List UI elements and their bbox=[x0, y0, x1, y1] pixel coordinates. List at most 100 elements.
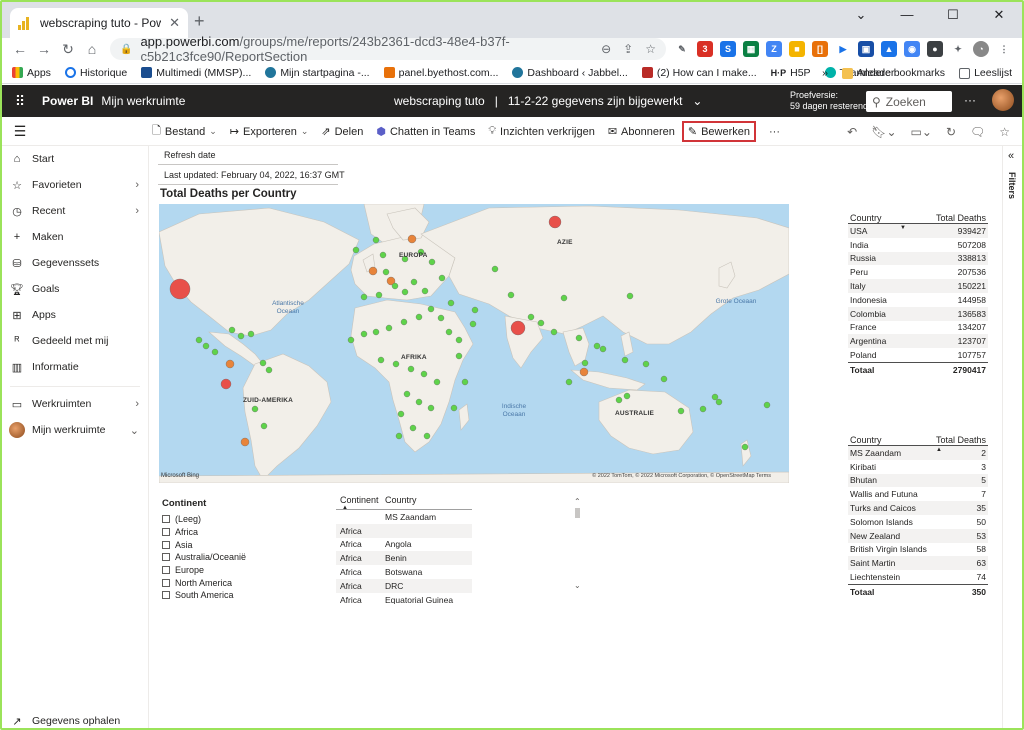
zoom-icon[interactable]: ⊖ bbox=[601, 42, 611, 56]
file-menu[interactable]: 🗋 Bestand ⌄ bbox=[152, 122, 217, 141]
collapse-filters-icon[interactable]: « bbox=[1008, 150, 1014, 162]
comment-icon[interactable]: 🗨︎ bbox=[970, 125, 985, 139]
table-row[interactable]: Solomon Islands 50 bbox=[848, 515, 988, 529]
table-scrollbar[interactable]: ⌃ ⌄ bbox=[574, 498, 582, 594]
scroll-down-icon[interactable]: ⌄ bbox=[574, 582, 582, 590]
export-menu[interactable]: ↦ Exporteren ⌄ bbox=[230, 125, 309, 139]
checkbox[interactable] bbox=[162, 540, 170, 549]
map-bubble[interactable] bbox=[615, 396, 623, 404]
bookmark-icon[interactable]: 🔖︎⌄ bbox=[871, 125, 896, 139]
map-bubble[interactable] bbox=[741, 443, 749, 451]
map-bubble[interactable] bbox=[228, 326, 236, 334]
map-bubble[interactable] bbox=[260, 422, 268, 430]
map-bubble[interactable] bbox=[433, 378, 441, 386]
map-bubble[interactable] bbox=[427, 404, 435, 412]
table-row[interactable]: Turks and Caicos 35 bbox=[848, 501, 988, 515]
map-bubble[interactable] bbox=[202, 342, 210, 350]
map-bubble[interactable] bbox=[403, 390, 411, 398]
map-bubble[interactable] bbox=[360, 293, 368, 301]
filters-label[interactable]: Filters bbox=[1007, 172, 1017, 199]
map-bubble[interactable] bbox=[169, 278, 191, 300]
chart-extension-icon[interactable]: ◉ bbox=[904, 41, 920, 57]
bookmark-star-icon[interactable]: ☆ bbox=[645, 42, 656, 56]
trial-notice[interactable]: Proefversie: 59 dagen resterend bbox=[790, 90, 868, 112]
map-bubble[interactable] bbox=[220, 378, 232, 390]
undo-icon[interactable]: ↶ bbox=[847, 125, 857, 139]
bookmark-apps[interactable]: Apps bbox=[12, 67, 51, 79]
table-row[interactable]: Wallis and Futuna 7 bbox=[848, 487, 988, 501]
share-page-icon[interactable]: ⇪ bbox=[623, 42, 633, 56]
teams-chat-button[interactable]: ⬢ Chatten in Teams bbox=[376, 125, 475, 139]
map-bubble[interactable] bbox=[623, 392, 631, 400]
table-row[interactable]: Africa bbox=[336, 523, 472, 538]
map-bubble[interactable] bbox=[510, 320, 526, 336]
map-bubble[interactable] bbox=[428, 258, 436, 266]
map-bubble[interactable] bbox=[565, 378, 573, 386]
map-bubble[interactable] bbox=[385, 324, 393, 332]
insights-button[interactable]: 💡︎ Inzichten verkrijgen bbox=[488, 125, 594, 138]
toolbar-more-icon[interactable]: ··· bbox=[769, 126, 780, 138]
map-bubble[interactable] bbox=[360, 330, 368, 338]
filters-pane[interactable]: « Filters bbox=[1002, 146, 1022, 728]
chevron-right-icon[interactable]: › bbox=[135, 205, 139, 217]
table-row[interactable]: Indonesia 144958 bbox=[848, 293, 988, 307]
column-header-continent[interactable]: Continent bbox=[340, 495, 385, 505]
map-bubble[interactable] bbox=[763, 401, 771, 409]
map-bubble[interactable] bbox=[491, 265, 499, 273]
circle-extension-icon[interactable]: ● bbox=[927, 41, 943, 57]
sidebar-item-gedeeld[interactable]: ᴿ Gedeeld met mij bbox=[2, 328, 149, 354]
table-row[interactable]: MS Zaandam 2 bbox=[848, 446, 988, 460]
bookmark-historique[interactable]: Historique bbox=[64, 67, 127, 79]
map-bubble[interactable] bbox=[247, 330, 255, 338]
tab-search-icon[interactable]: ⌄ bbox=[838, 2, 884, 30]
profile-icon[interactable]: ◔ bbox=[973, 41, 989, 57]
map-bubble[interactable] bbox=[715, 398, 723, 406]
share-button[interactable]: ⇗ Delen bbox=[321, 125, 363, 139]
map-bubble[interactable] bbox=[461, 378, 469, 386]
map-bubble[interactable] bbox=[240, 437, 250, 447]
column-header-total-deaths[interactable]: Total Deaths bbox=[936, 213, 986, 223]
bookmark-byethost[interactable]: panel.byethost.com... bbox=[383, 67, 498, 79]
map-bubble[interactable] bbox=[423, 432, 431, 440]
bookmark-how-can-i[interactable]: (2) How can I make... bbox=[641, 67, 757, 79]
map-bubble[interactable] bbox=[377, 356, 385, 364]
slicer-option[interactable]: (Leeg) bbox=[162, 513, 322, 526]
reload-icon[interactable]: ↻ bbox=[56, 41, 80, 58]
sidebar-item-goals[interactable]: 🏆︎ Goals bbox=[2, 276, 149, 302]
map-bubble[interactable] bbox=[392, 360, 400, 368]
bottom-deaths-table[interactable]: Country Total Deaths ▲ MS Zaandam 2 Kiriba… bbox=[848, 430, 988, 599]
sidebar-item-werkruimten[interactable]: ▭ Werkruimten › bbox=[2, 391, 149, 417]
map-bubble[interactable] bbox=[699, 405, 707, 413]
column-header-country[interactable]: Country bbox=[385, 495, 417, 505]
sidebar-item-maken[interactable]: + Maken bbox=[2, 224, 149, 250]
map-bubble[interactable] bbox=[575, 334, 583, 342]
table-row[interactable]: Argentina 123707 bbox=[848, 334, 988, 349]
table-row[interactable]: Liechtenstein 74 bbox=[848, 570, 988, 584]
table-row[interactable]: Africa Angola bbox=[336, 538, 472, 552]
slicer-option[interactable]: North America bbox=[162, 576, 322, 589]
slicer-option[interactable]: Europe bbox=[162, 564, 322, 577]
close-tab-icon[interactable]: ✕ bbox=[169, 15, 180, 31]
table-row[interactable]: Africa DRC bbox=[336, 578, 472, 593]
home-icon[interactable]: ⌂ bbox=[80, 41, 104, 57]
slicer-option[interactable]: South America bbox=[162, 589, 322, 602]
bookmark-dashboard[interactable]: Dashboard ‹ Jabbel... bbox=[512, 67, 628, 79]
browser-menu-icon[interactable]: ⋮ bbox=[996, 41, 1012, 57]
map-bubble[interactable] bbox=[550, 328, 558, 336]
map-bubble[interactable] bbox=[447, 299, 455, 307]
app-launcher-icon[interactable]: ⠿ bbox=[6, 93, 34, 110]
play-extension-icon[interactable]: ▶ bbox=[835, 41, 851, 57]
map-bubble[interactable] bbox=[407, 365, 415, 373]
table-row[interactable]: Bhutan 5 bbox=[848, 473, 988, 488]
map-bubble[interactable] bbox=[379, 251, 387, 259]
eyedropper-extension-icon[interactable]: ✎ bbox=[674, 41, 690, 57]
scroll-thumb[interactable] bbox=[575, 508, 580, 518]
map-bubble[interactable] bbox=[626, 292, 634, 300]
slicer-option[interactable]: Asia bbox=[162, 538, 322, 551]
table-row[interactable]: France 134207 bbox=[848, 321, 988, 335]
map-bubble[interactable] bbox=[382, 268, 390, 276]
favorite-star-icon[interactable]: ☆ bbox=[999, 125, 1010, 139]
map-bubble[interactable] bbox=[560, 294, 568, 302]
checkbox[interactable] bbox=[162, 591, 170, 600]
checkbox[interactable] bbox=[162, 528, 170, 537]
